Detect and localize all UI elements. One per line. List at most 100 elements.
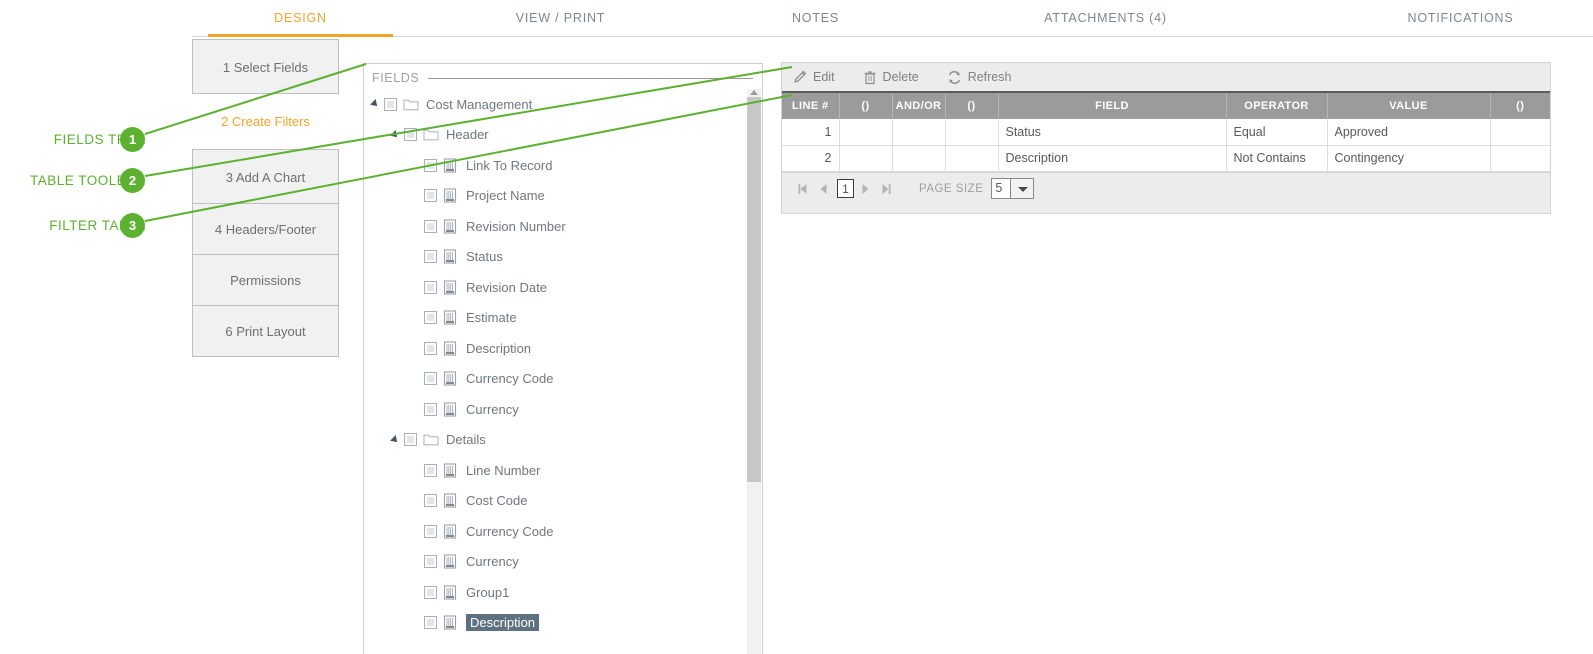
tree-node-checkbox[interactable] xyxy=(384,97,397,111)
refresh-button[interactable]: Refresh xyxy=(947,70,1011,85)
tree-node-checkbox[interactable] xyxy=(424,524,437,538)
delete-button[interactable]: Delete xyxy=(863,70,919,85)
cell-field: Description xyxy=(998,145,1227,172)
field-icon xyxy=(443,341,459,356)
field-icon xyxy=(443,371,459,386)
tab-notifications[interactable]: NOTIFICATIONS xyxy=(1368,11,1553,25)
tree-node[interactable]: Estimate xyxy=(364,303,762,334)
chevron-down-icon[interactable] xyxy=(1010,179,1034,198)
tree-node-label: Cost Code xyxy=(466,493,528,509)
tree-node-checkbox[interactable] xyxy=(424,280,437,294)
tree-node[interactable]: Currency Code xyxy=(364,516,762,547)
folder-icon xyxy=(423,127,439,142)
collapse-triangle-icon[interactable] xyxy=(390,128,404,142)
tree-node-checkbox[interactable] xyxy=(404,433,417,447)
tree-node[interactable]: Currency Code xyxy=(364,364,762,395)
edit-button[interactable]: Edit xyxy=(792,70,835,85)
tree-node[interactable]: Revision Number xyxy=(364,211,762,242)
tree-node-checkbox[interactable] xyxy=(424,494,437,508)
collapse-triangle-icon[interactable] xyxy=(390,433,404,447)
tab-attachments[interactable]: ATTACHMENTS (4) xyxy=(1013,11,1198,25)
tree-node-checkbox[interactable] xyxy=(424,372,437,386)
field-icon xyxy=(443,585,459,600)
tree-node-label: Group1 xyxy=(466,584,510,600)
tree-node-checkbox[interactable] xyxy=(424,402,437,416)
fields-tree-scrollbar[interactable] xyxy=(747,89,761,654)
next-page-icon[interactable] xyxy=(857,180,875,198)
step-create-filters[interactable]: 2 Create Filters xyxy=(192,94,339,149)
tree-node[interactable]: Description xyxy=(364,333,762,364)
prev-page-icon[interactable] xyxy=(814,180,832,198)
field-icon xyxy=(443,249,459,264)
column-header-value[interactable]: VALUE xyxy=(1327,93,1491,119)
tree-node-checkbox[interactable] xyxy=(424,341,437,355)
column-header-paren-open2[interactable]: () xyxy=(945,93,999,119)
tree-node-label: Cost Management xyxy=(426,96,533,112)
tree-node[interactable]: Header xyxy=(364,120,762,151)
step-select-fields[interactable]: 1 Select Fields xyxy=(192,39,339,94)
column-header-line-number[interactable]: LINE # xyxy=(782,93,840,119)
tree-node-checkbox[interactable] xyxy=(424,189,437,203)
tab-design[interactable]: DESIGN xyxy=(208,11,393,25)
tree-node[interactable]: Revision Date xyxy=(364,272,762,303)
tree-node-checkbox[interactable] xyxy=(404,128,417,142)
tree-node-checkbox[interactable] xyxy=(424,158,437,172)
step-add-a-chart[interactable]: 3 Add A Chart xyxy=(192,149,339,204)
annotation-badge-2: 2 xyxy=(120,168,145,193)
column-header-and-or[interactable]: AND/OR xyxy=(892,93,946,119)
collapse-triangle-icon[interactable] xyxy=(370,97,384,111)
first-page-icon[interactable] xyxy=(794,180,812,198)
tree-node-checkbox[interactable] xyxy=(424,219,437,233)
tree-node-checkbox[interactable] xyxy=(424,250,437,264)
tree-node[interactable]: Currency xyxy=(364,547,762,578)
tree-node-checkbox[interactable] xyxy=(424,585,437,599)
tree-node[interactable]: Details xyxy=(364,425,762,456)
page-size-value: 5 xyxy=(995,181,1003,195)
tree-node-label: Currency xyxy=(466,554,519,570)
column-header-paren-close[interactable]: () xyxy=(1490,93,1550,119)
design-step-rail: 1 Select Fields 2 Create Filters 3 Add A… xyxy=(192,39,339,357)
tree-node[interactable]: Cost Management xyxy=(364,89,762,120)
table-pager: 1 PAGE SIZE 5 xyxy=(782,171,1550,205)
top-tab-bar: DESIGN VIEW / PRINT NOTES ATTACHMENTS (4… xyxy=(0,0,1593,38)
tree-node[interactable]: Group1 xyxy=(364,577,762,608)
tree-node[interactable]: Status xyxy=(364,242,762,273)
step-print-layout[interactable]: 6 Print Layout xyxy=(192,306,339,357)
scrollbar-thumb[interactable] xyxy=(747,97,761,482)
tree-node[interactable]: Project Name xyxy=(364,181,762,212)
scroll-up-arrow-icon[interactable] xyxy=(750,90,758,95)
cell-operator: Not Contains xyxy=(1226,145,1328,172)
annotation-badge-1: 1 xyxy=(120,127,145,152)
tree-node[interactable]: Currency xyxy=(364,394,762,425)
table-row[interactable]: 2 Description Not Contains Contingency xyxy=(782,145,1550,172)
tree-node-label: Revision Date xyxy=(466,279,547,295)
step-headers-footer[interactable]: 4 Headers/Footer xyxy=(192,204,339,255)
tree-node[interactable]: Line Number xyxy=(364,455,762,486)
tab-notes[interactable]: NOTES xyxy=(723,11,908,25)
tree-node[interactable]: Link To Record xyxy=(364,150,762,181)
tree-node-checkbox[interactable] xyxy=(424,555,437,569)
column-header-paren-open[interactable]: () xyxy=(839,93,893,119)
tree-node[interactable]: Description xyxy=(364,608,762,639)
tree-node-checkbox[interactable] xyxy=(424,311,437,325)
last-page-icon[interactable] xyxy=(877,180,895,198)
step-permissions[interactable]: Permissions xyxy=(192,255,339,306)
current-page-input[interactable]: 1 xyxy=(837,179,854,198)
table-row[interactable]: 1 Status Equal Approved xyxy=(782,119,1550,146)
tree-node-checkbox[interactable] xyxy=(424,463,437,477)
cell-value: Approved xyxy=(1327,119,1491,146)
tree-node[interactable]: Cost Code xyxy=(364,486,762,517)
column-header-operator[interactable]: OPERATOR xyxy=(1226,93,1328,119)
tree-node-checkbox[interactable] xyxy=(424,616,437,630)
fields-tree[interactable]: Cost Management Header Link To Record Proje… xyxy=(364,89,762,654)
cell-value: Contingency xyxy=(1327,145,1491,172)
field-icon xyxy=(443,463,459,478)
tree-node-label: Description xyxy=(466,340,532,356)
fields-panel-title: FIELDS xyxy=(372,71,420,85)
cell-paren-open xyxy=(839,145,893,172)
tab-view-print[interactable]: VIEW / PRINT xyxy=(468,11,653,25)
page-size-label: PAGE SIZE xyxy=(919,182,984,195)
page-size-select[interactable]: 5 xyxy=(991,178,1035,199)
column-header-field[interactable]: FIELD xyxy=(998,93,1227,119)
